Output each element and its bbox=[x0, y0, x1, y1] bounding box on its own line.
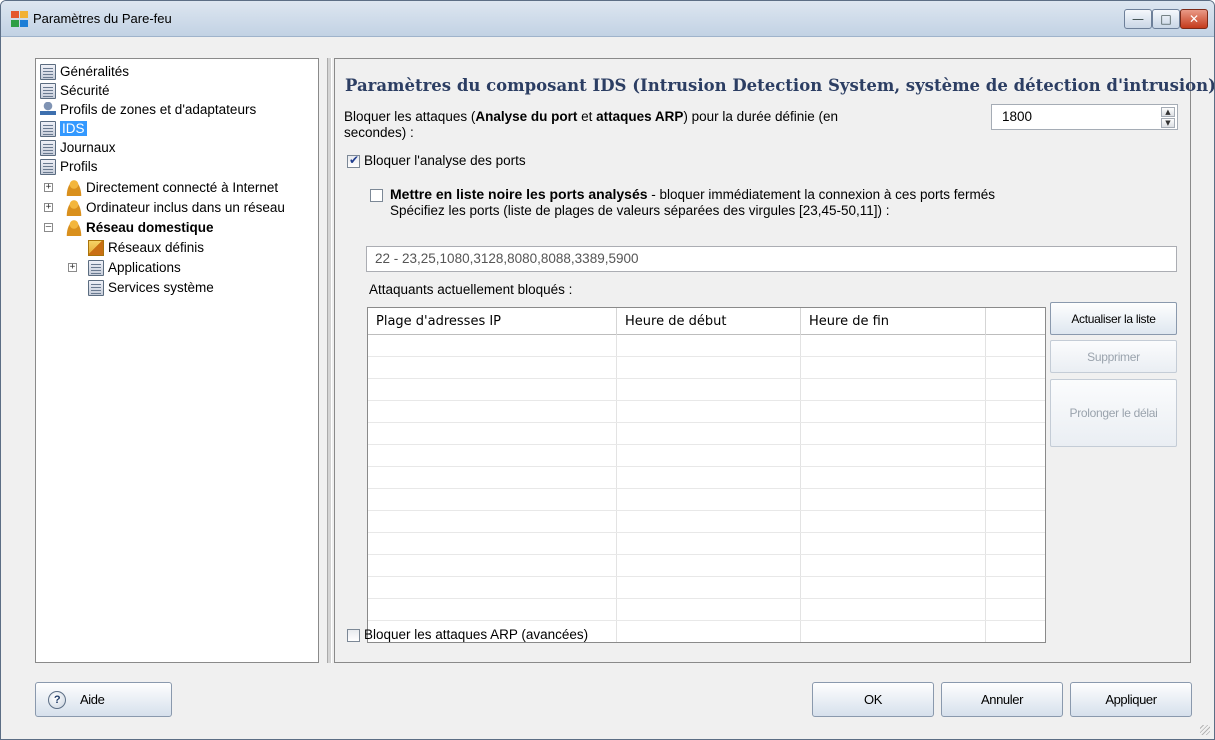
tree-item-profils-zones[interactable]: Profils de zones et d'adaptateurs bbox=[40, 100, 256, 119]
document-icon bbox=[40, 63, 56, 80]
window-title: Paramètres du Pare-feu bbox=[33, 11, 172, 26]
ok-button[interactable]: OK bbox=[812, 682, 934, 717]
table-row[interactable] bbox=[368, 335, 1045, 357]
close-button[interactable]: ✕ bbox=[1180, 9, 1208, 29]
tree-item-label: Services système bbox=[108, 280, 214, 295]
ports-input[interactable]: 22 - 23,25,1080,3128,8080,8088,3389,5900 bbox=[366, 246, 1177, 272]
tree-item-label: Applications bbox=[108, 260, 181, 275]
document-icon bbox=[40, 120, 56, 137]
tree-item-label: Journaux bbox=[60, 140, 116, 155]
document-icon bbox=[88, 279, 104, 296]
tree-item-label: Profils de zones et d'adaptateurs bbox=[60, 102, 257, 117]
tree-item-label: Généralités bbox=[60, 64, 130, 79]
table-row[interactable] bbox=[368, 423, 1045, 445]
expand-icon[interactable]: + bbox=[44, 203, 53, 212]
blocked-attackers-label: Attaquants actuellement bloqués : bbox=[369, 282, 573, 297]
block-duration-label: Bloquer les attaques (Analyse du port et… bbox=[344, 109, 839, 124]
table-header: Plage d'adresses IP Heure de début Heure… bbox=[368, 308, 1045, 335]
block-duration-label-line2: secondes) : bbox=[344, 125, 414, 140]
ports-hint-label: Spécifiez les ports (liste de plages de … bbox=[390, 203, 890, 218]
tree-item-journaux[interactable]: Journaux bbox=[40, 138, 116, 157]
title-bar[interactable]: Paramètres du Pare-feu — □ ✕ bbox=[1, 1, 1214, 37]
blacklist-ports-label: Mettre en liste noire les ports analysés… bbox=[390, 186, 995, 202]
tree-item-label: Réseaux définis bbox=[108, 240, 205, 255]
tree-item-label: Ordinateur inclus dans un réseau bbox=[86, 200, 285, 215]
spin-up-icon[interactable]: ▲ bbox=[1161, 107, 1175, 117]
table-row[interactable] bbox=[368, 379, 1045, 401]
collapse-icon[interactable]: – bbox=[44, 223, 53, 232]
help-button-label: Aide bbox=[80, 692, 105, 707]
apply-button[interactable]: Appliquer bbox=[1070, 682, 1192, 717]
document-icon bbox=[40, 139, 56, 156]
table-row[interactable] bbox=[368, 357, 1045, 379]
tree-item-label: Réseau domestique bbox=[86, 220, 214, 235]
table-row[interactable] bbox=[368, 401, 1045, 423]
maximize-icon: □ bbox=[1160, 12, 1172, 26]
user-icon bbox=[66, 219, 82, 236]
avg-app-icon bbox=[11, 11, 28, 27]
expand-icon[interactable]: + bbox=[68, 263, 77, 272]
tree-item-label: Profils bbox=[60, 159, 98, 174]
table-row[interactable] bbox=[368, 445, 1045, 467]
refresh-list-button[interactable]: Actualiser la liste bbox=[1050, 302, 1177, 335]
extend-delay-button[interactable]: Prolonger le délai bbox=[1050, 379, 1177, 447]
tree-item-label: Directement connecté à Internet bbox=[86, 180, 279, 195]
blacklist-ports-checkbox[interactable] bbox=[370, 189, 383, 202]
table-row[interactable] bbox=[368, 577, 1045, 599]
blocked-attackers-table[interactable]: Plage d'adresses IP Heure de début Heure… bbox=[367, 307, 1046, 643]
pane-splitter[interactable] bbox=[327, 58, 332, 663]
table-row[interactable] bbox=[368, 533, 1045, 555]
expand-icon[interactable]: + bbox=[44, 183, 53, 192]
document-icon bbox=[40, 158, 56, 175]
network-icon bbox=[88, 239, 104, 256]
block-arp-label: Bloquer les attaques ARP (avancées) bbox=[364, 627, 589, 642]
block-port-scan-checkbox[interactable] bbox=[347, 153, 360, 168]
column-header-end-time[interactable]: Heure de fin bbox=[801, 308, 986, 335]
block-port-scan-label: Bloquer l'analyse des ports bbox=[364, 153, 526, 168]
help-button[interactable]: ? Aide bbox=[35, 682, 172, 717]
tree-item-profils[interactable]: Profils bbox=[40, 157, 98, 176]
close-icon: ✕ bbox=[1188, 12, 1200, 26]
resize-grip[interactable] bbox=[1200, 725, 1210, 735]
block-duration-spinner[interactable]: 1800 ▲ ▼ bbox=[991, 104, 1178, 130]
column-header-extra[interactable] bbox=[986, 308, 1045, 335]
tree-item-label: IDS bbox=[60, 121, 87, 136]
tree-item-services-systeme[interactable]: Services système bbox=[88, 278, 214, 297]
cancel-button[interactable]: Annuler bbox=[941, 682, 1063, 717]
minimize-button[interactable]: — bbox=[1124, 9, 1152, 29]
column-header-ip-range[interactable]: Plage d'adresses IP bbox=[368, 308, 617, 335]
tree-item-label: Sécurité bbox=[60, 83, 110, 98]
document-icon bbox=[40, 82, 56, 99]
table-row[interactable] bbox=[368, 467, 1045, 489]
maximize-button[interactable]: □ bbox=[1152, 9, 1180, 29]
user-icon bbox=[66, 199, 82, 216]
tree-item-reseau-domestique[interactable]: Réseau domestique bbox=[66, 218, 214, 237]
table-row[interactable] bbox=[368, 555, 1045, 577]
table-row[interactable] bbox=[368, 489, 1045, 511]
tree-item-generalites[interactable]: Généralités bbox=[40, 62, 129, 81]
tree-item-applications[interactable]: Applications bbox=[88, 258, 181, 277]
settings-tree[interactable]: Généralités Sécurité Profils de zones et… bbox=[35, 58, 319, 663]
tree-item-securite[interactable]: Sécurité bbox=[40, 81, 110, 100]
delete-button[interactable]: Supprimer bbox=[1050, 340, 1177, 373]
block-arp-checkbox[interactable] bbox=[347, 629, 360, 642]
user-icon bbox=[66, 179, 82, 196]
tree-item-ordinateur-reseau[interactable]: Ordinateur inclus dans un réseau bbox=[66, 198, 285, 217]
block-duration-value[interactable]: 1800 bbox=[1002, 109, 1032, 124]
tree-item-direct-internet[interactable]: Directement connecté à Internet bbox=[66, 178, 278, 197]
document-icon bbox=[88, 259, 104, 276]
panel-title: Paramètres du composant IDS (Intrusion D… bbox=[345, 76, 1215, 95]
network-icon bbox=[40, 101, 56, 118]
tree-item-reseaux-definis[interactable]: Réseaux définis bbox=[88, 238, 204, 257]
spin-down-icon[interactable]: ▼ bbox=[1161, 118, 1175, 128]
firewall-settings-window: Paramètres du Pare-feu — □ ✕ Généralités… bbox=[0, 0, 1215, 740]
help-icon: ? bbox=[48, 690, 66, 709]
minimize-icon: — bbox=[1132, 12, 1144, 26]
table-row[interactable] bbox=[368, 511, 1045, 533]
tree-item-ids[interactable]: IDS bbox=[40, 119, 87, 138]
column-header-start-time[interactable]: Heure de début bbox=[617, 308, 801, 335]
table-row[interactable] bbox=[368, 599, 1045, 621]
